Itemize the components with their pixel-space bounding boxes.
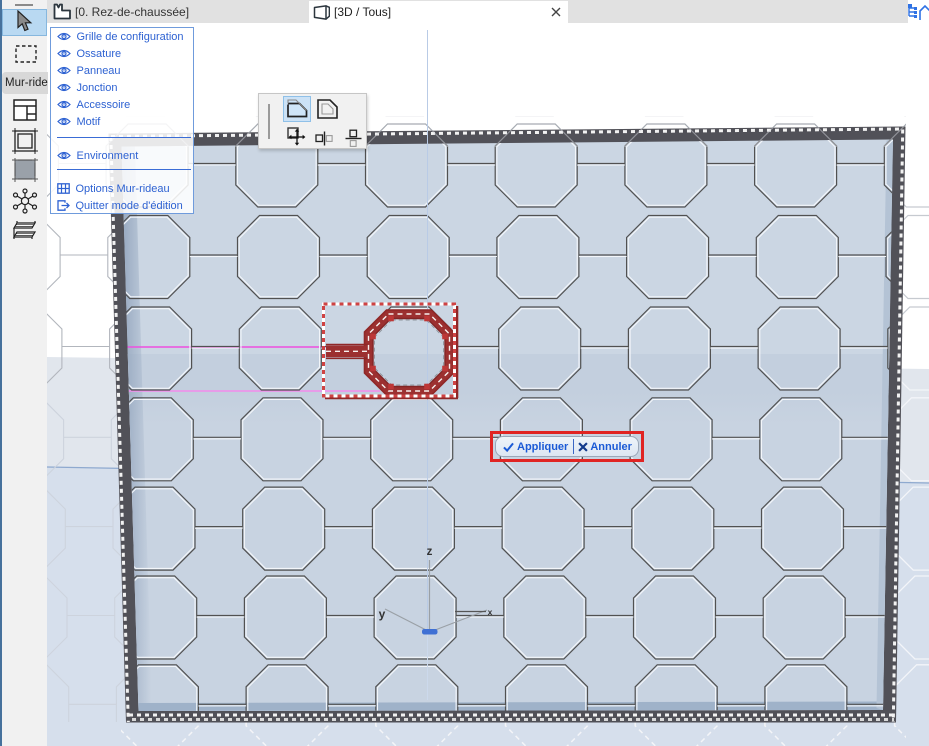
svg-text:z: z [427,546,433,558]
svg-text:y: y [379,607,386,621]
svg-text:x: x [488,607,493,617]
